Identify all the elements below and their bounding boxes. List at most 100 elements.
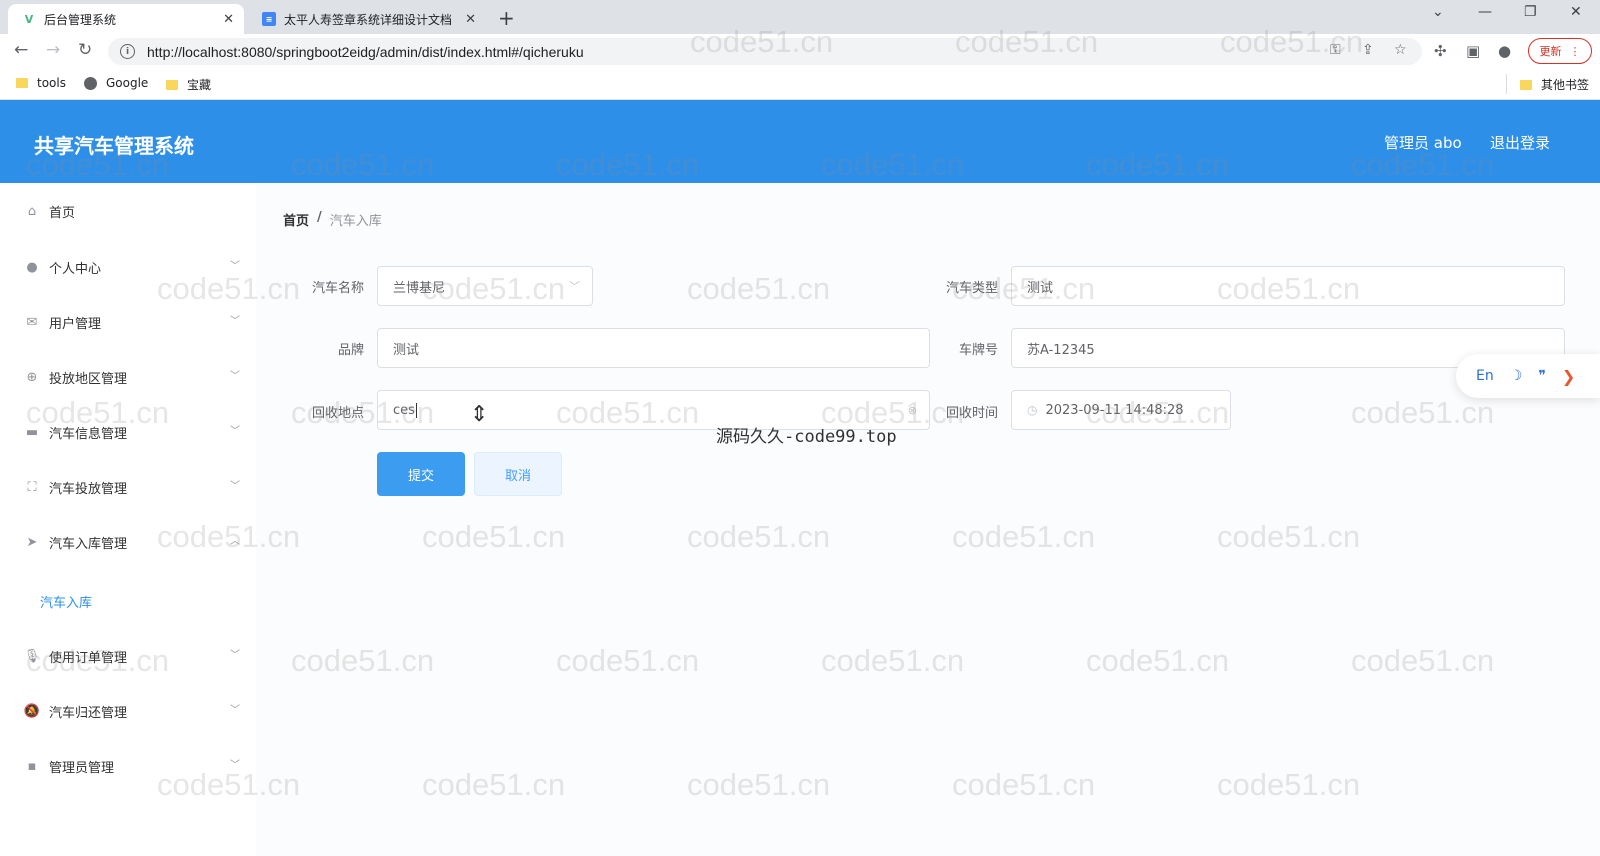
overlay-text: 源码久久-code99.top: [716, 427, 897, 447]
tab-admin[interactable]: V 后台管理系统 ✕: [8, 4, 244, 34]
sidebar-item-users[interactable]: ✉ 用户管理 ﹀: [24, 310, 240, 334]
car-type-field[interactable]: 测试: [1011, 266, 1565, 306]
bookmark-label: 宝藏: [187, 78, 212, 92]
share-icon[interactable]: ⇪: [1362, 42, 1374, 58]
tab-search-icon[interactable]: ⌄: [1432, 4, 1444, 20]
bookmark-google[interactable]: Google: [84, 76, 148, 90]
tab-title: 太平人寿签章系统详细设计文档: [284, 12, 453, 27]
star-icon[interactable]: ☆: [1394, 42, 1407, 58]
fullscreen-icon: ⛶: [27, 479, 37, 495]
reload-button[interactable]: ↻: [78, 40, 92, 60]
forward-button[interactable]: →: [46, 40, 60, 60]
extensions-icon[interactable]: ✣: [1434, 42, 1447, 60]
submit-button[interactable]: 提交: [377, 452, 465, 496]
bell-off-icon: 🔕: [23, 703, 41, 719]
plate-value: 苏A-12345: [1027, 342, 1095, 358]
sidebar-item-regions[interactable]: ⊕ 投放地区管理 ﹀: [24, 365, 240, 389]
profile-icon[interactable]: ●: [1498, 42, 1511, 60]
car-name-select[interactable]: 兰博基尼 ﹀: [377, 266, 593, 306]
brand-value: 测试: [393, 342, 420, 358]
close-icon[interactable]: ✕: [465, 12, 476, 27]
quote-icon[interactable]: ❞: [1538, 368, 1546, 384]
address-bar[interactable]: i http://localhost:8080/springboot2eidg/…: [108, 38, 1422, 65]
restore-button[interactable]: ❐: [1524, 4, 1537, 20]
bookmark-label: tools: [37, 76, 66, 90]
new-tab-button[interactable]: +: [498, 6, 515, 30]
cancel-button[interactable]: 取消: [474, 452, 562, 496]
clear-icon[interactable]: ⊗: [908, 404, 917, 417]
chevron-down-icon: ﹀: [230, 426, 240, 437]
sidebar-item-label: 汽车投放管理: [49, 481, 128, 497]
sidebar-item-admins[interactable]: ▪ 管理员管理 ﹀: [24, 754, 240, 778]
sidebar-item-label: 首页: [49, 205, 76, 221]
breadcrumb-separator: /: [317, 210, 322, 225]
chevron-up-icon: ︿: [230, 536, 240, 547]
sidebar-item-label: 用户管理: [49, 316, 102, 332]
sidebar-item-label: 管理员管理: [49, 760, 115, 776]
brand-field[interactable]: 测试: [377, 328, 930, 368]
compass-icon: ⊕: [26, 369, 38, 385]
brand-label: 品牌: [337, 343, 364, 358]
sidepanel-icon[interactable]: ▣: [1466, 42, 1480, 60]
sidebar-item-car-deploy[interactable]: ⛶ 汽车投放管理 ﹀: [24, 475, 240, 499]
home-icon: ⌂: [27, 203, 37, 219]
sidebar-item-car-info[interactable]: ▬ 汽车信息管理 ﹀: [24, 420, 240, 444]
sidebar-item-profile[interactable]: ● 个人中心 ﹀: [24, 255, 240, 279]
sidebar-item-label: 投放地区管理: [49, 371, 128, 387]
lang-label[interactable]: En: [1476, 368, 1494, 384]
sidebar-item-home[interactable]: ⌂ 首页: [24, 199, 240, 223]
text-caret: [415, 402, 417, 418]
tab-title: 后台管理系统: [44, 12, 117, 27]
mail-icon: ✉: [26, 314, 38, 330]
tab-doc[interactable]: ≡ 太平人寿签章系统详细设计文档 ✕: [248, 4, 486, 34]
bookmark-divider: [1506, 74, 1507, 94]
time-picker[interactable]: ◷ 2023-09-11 14:48:28: [1011, 390, 1231, 430]
plate-label: 车牌号: [958, 343, 998, 358]
chevron-down-icon: ﹀: [230, 760, 240, 771]
bookmark-treasure[interactable]: 宝藏: [166, 76, 211, 93]
sidebar-item-label: 个人中心: [49, 261, 102, 277]
globe-icon: [84, 76, 97, 90]
user-icon: ●: [26, 259, 38, 275]
minimize-button[interactable]: —: [1478, 4, 1492, 20]
sidebar-item-orders[interactable]: 🎙 使用订单管理 ﹀: [24, 644, 240, 668]
time-label: 回收时间: [945, 406, 998, 421]
sidebar-item-label: 汽车入库管理: [49, 536, 128, 552]
breadcrumb: 首页 / 汽车入库: [283, 210, 382, 229]
chevron-down-icon: ﹀: [230, 481, 240, 492]
other-bookmarks[interactable]: 其他书签: [1520, 76, 1589, 93]
send-icon: ➤: [26, 534, 38, 550]
car-name-label: 汽车名称: [311, 281, 364, 296]
bookmark-tools[interactable]: tools: [16, 76, 66, 90]
browser-toolbar: ← → ↻ i http://localhost:8080/springboot…: [0, 34, 1600, 68]
monitor-icon: ▬: [25, 424, 39, 440]
update-button[interactable]: 更新 ⋮: [1528, 38, 1592, 64]
microphone-icon: 🎙: [23, 648, 41, 664]
chevron-down-icon: ﹀: [230, 371, 240, 382]
sidebar-item-returns[interactable]: 🔕 汽车归还管理 ﹀: [24, 699, 240, 723]
sidebar-item-label: 汽车归还管理: [49, 705, 128, 721]
more-icon: ⋮: [1569, 44, 1581, 58]
close-icon[interactable]: ✕: [223, 12, 234, 27]
translate-widget[interactable]: En ☽ ❞ ❯: [1456, 354, 1600, 398]
bookmark-label: 其他书签: [1541, 78, 1590, 92]
chevron-down-icon: ﹀: [230, 316, 240, 327]
breadcrumb-home[interactable]: 首页: [283, 210, 309, 229]
sidebar-item-car-storage[interactable]: ➤ 汽车入库管理 ︿: [24, 530, 240, 554]
back-button[interactable]: ←: [14, 40, 28, 60]
logout-link[interactable]: 退出登录: [1490, 132, 1550, 153]
vue-icon: V: [24, 12, 34, 26]
sidebar-subitem-car-storage[interactable]: 汽车入库: [40, 592, 92, 611]
chat-icon: ▪: [27, 758, 37, 774]
update-label: 更新: [1539, 45, 1562, 58]
chevron-down-icon: ﹀: [230, 650, 240, 661]
chevron-down-icon: ﹀: [230, 705, 240, 716]
close-window-button[interactable]: ✕: [1570, 4, 1582, 20]
info-icon[interactable]: i: [120, 44, 135, 59]
key-icon[interactable]: ⚿: [1330, 42, 1341, 58]
chevron-right-icon[interactable]: ❯: [1562, 367, 1575, 386]
moon-icon[interactable]: ☽: [1510, 368, 1523, 384]
location-value: ces: [393, 402, 415, 418]
app-header: 共享汽车管理系统 管理员 abo 退出登录: [0, 100, 1600, 183]
bookmark-label: Google: [106, 76, 149, 90]
